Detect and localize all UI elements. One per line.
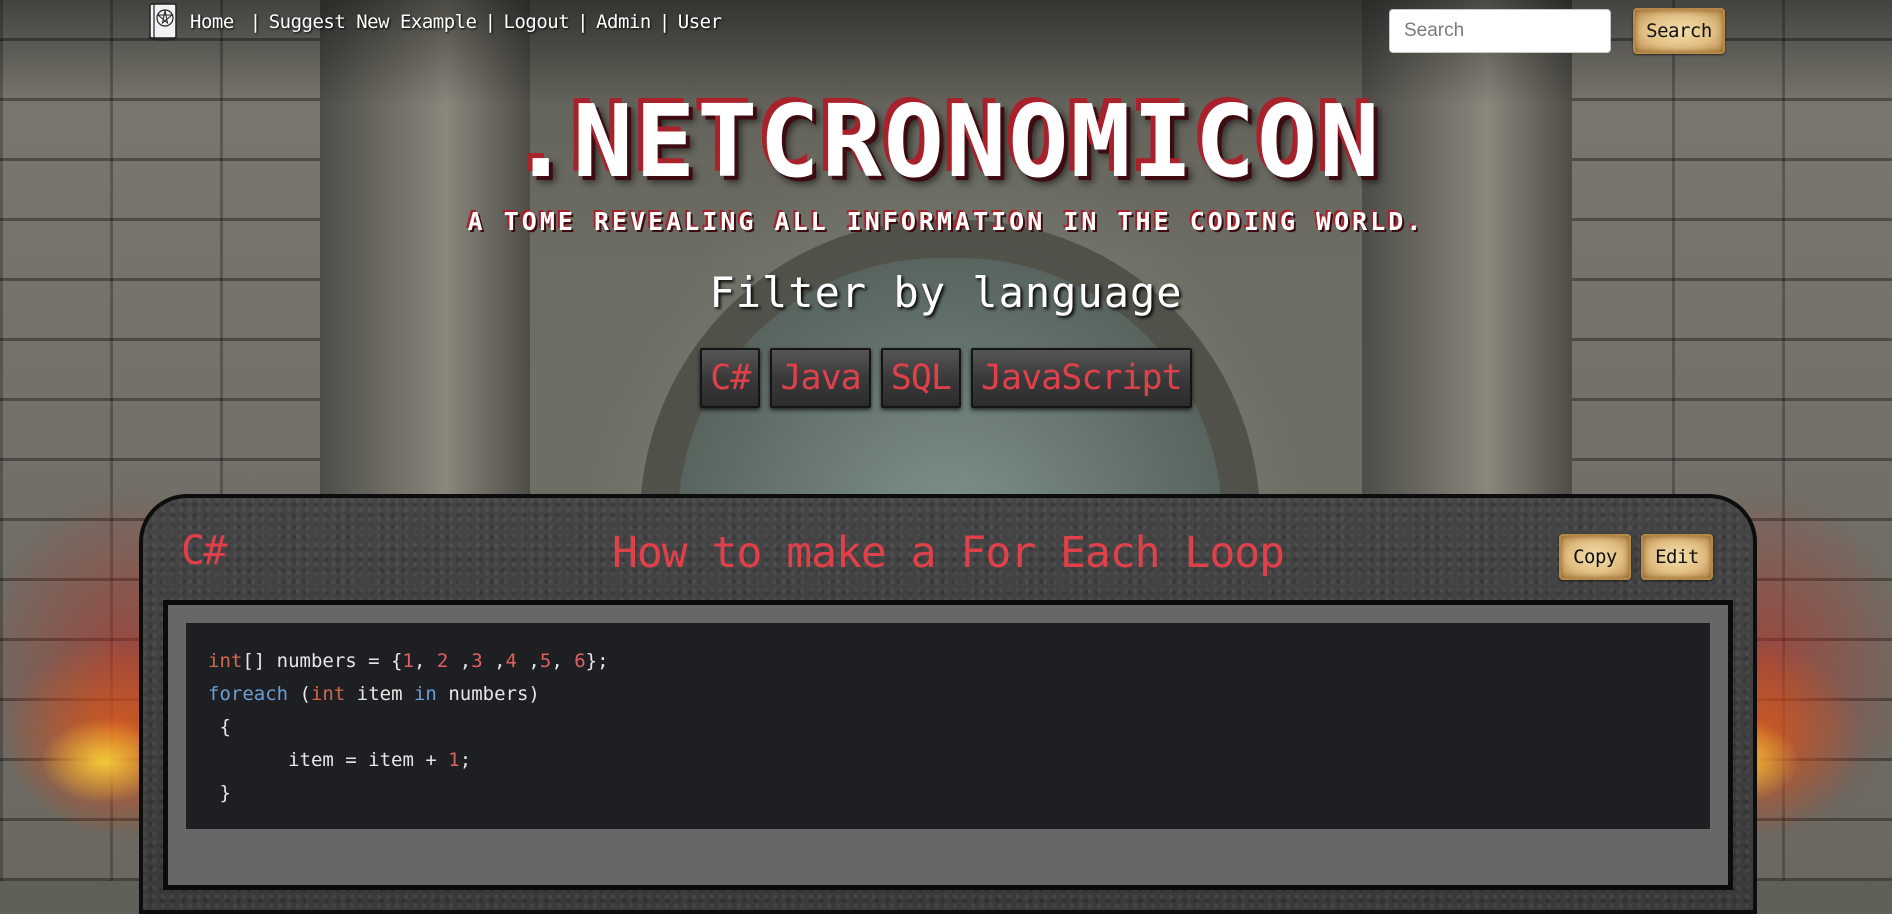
language-filter-bar: C# Java SQL JavaScript: [0, 348, 1892, 408]
edit-button[interactable]: Edit: [1641, 534, 1713, 580]
example-card: C# How to make a For Each Loop Copy Edit…: [139, 494, 1757, 914]
nav-user-link[interactable]: User: [678, 11, 722, 33]
nav-suggest-link[interactable]: Suggest New Example: [269, 11, 477, 33]
code-block[interactable]: int[] numbers = {1, 2 ,3 ,4 ,5, 6}; forea…: [186, 623, 1710, 829]
search-input[interactable]: [1389, 9, 1611, 53]
code-line: int[] numbers = {1, 2 ,3 ,4 ,5, 6};: [208, 650, 609, 672]
example-title: How to make a For Each Loop: [612, 528, 1285, 578]
search-button[interactable]: Search: [1633, 8, 1725, 54]
filter-button-csharp[interactable]: C#: [700, 348, 761, 408]
nav-separator: |: [484, 11, 496, 33]
nav-separator: |: [658, 11, 670, 33]
code-line: item = item + 1;: [288, 749, 472, 771]
search-bar: Search: [1389, 8, 1725, 54]
filter-button-java[interactable]: Java: [770, 348, 871, 408]
nav-admin-link[interactable]: Admin: [596, 11, 651, 33]
code-line: }: [208, 782, 231, 804]
site-tagline: A TOME REVEALING ALL INFORMATION IN THE …: [467, 207, 1425, 236]
filter-heading: Filter by language: [709, 268, 1183, 317]
code-line: foreach (int item in numbers): [208, 683, 540, 705]
nav-home-link[interactable]: Home: [190, 11, 234, 33]
site-title: .NETCRONOMICON: [510, 83, 1382, 200]
book-pentagram-icon[interactable]: [146, 2, 180, 42]
code-line: {: [208, 716, 231, 738]
nav-logout-link[interactable]: Logout: [504, 11, 570, 33]
code-frame: int[] numbers = {1, 2 ,3 ,4 ,5, 6}; forea…: [163, 600, 1733, 890]
nav-separator: |: [577, 11, 589, 33]
filter-button-sql[interactable]: SQL: [880, 348, 961, 408]
copy-button[interactable]: Copy: [1559, 534, 1631, 580]
nav-separator: |: [249, 11, 261, 33]
filter-button-javascript[interactable]: JavaScript: [970, 348, 1192, 408]
top-nav: Home | Suggest New Example | Logout | Ad…: [146, 3, 722, 41]
example-actions: Copy Edit: [1559, 534, 1713, 580]
